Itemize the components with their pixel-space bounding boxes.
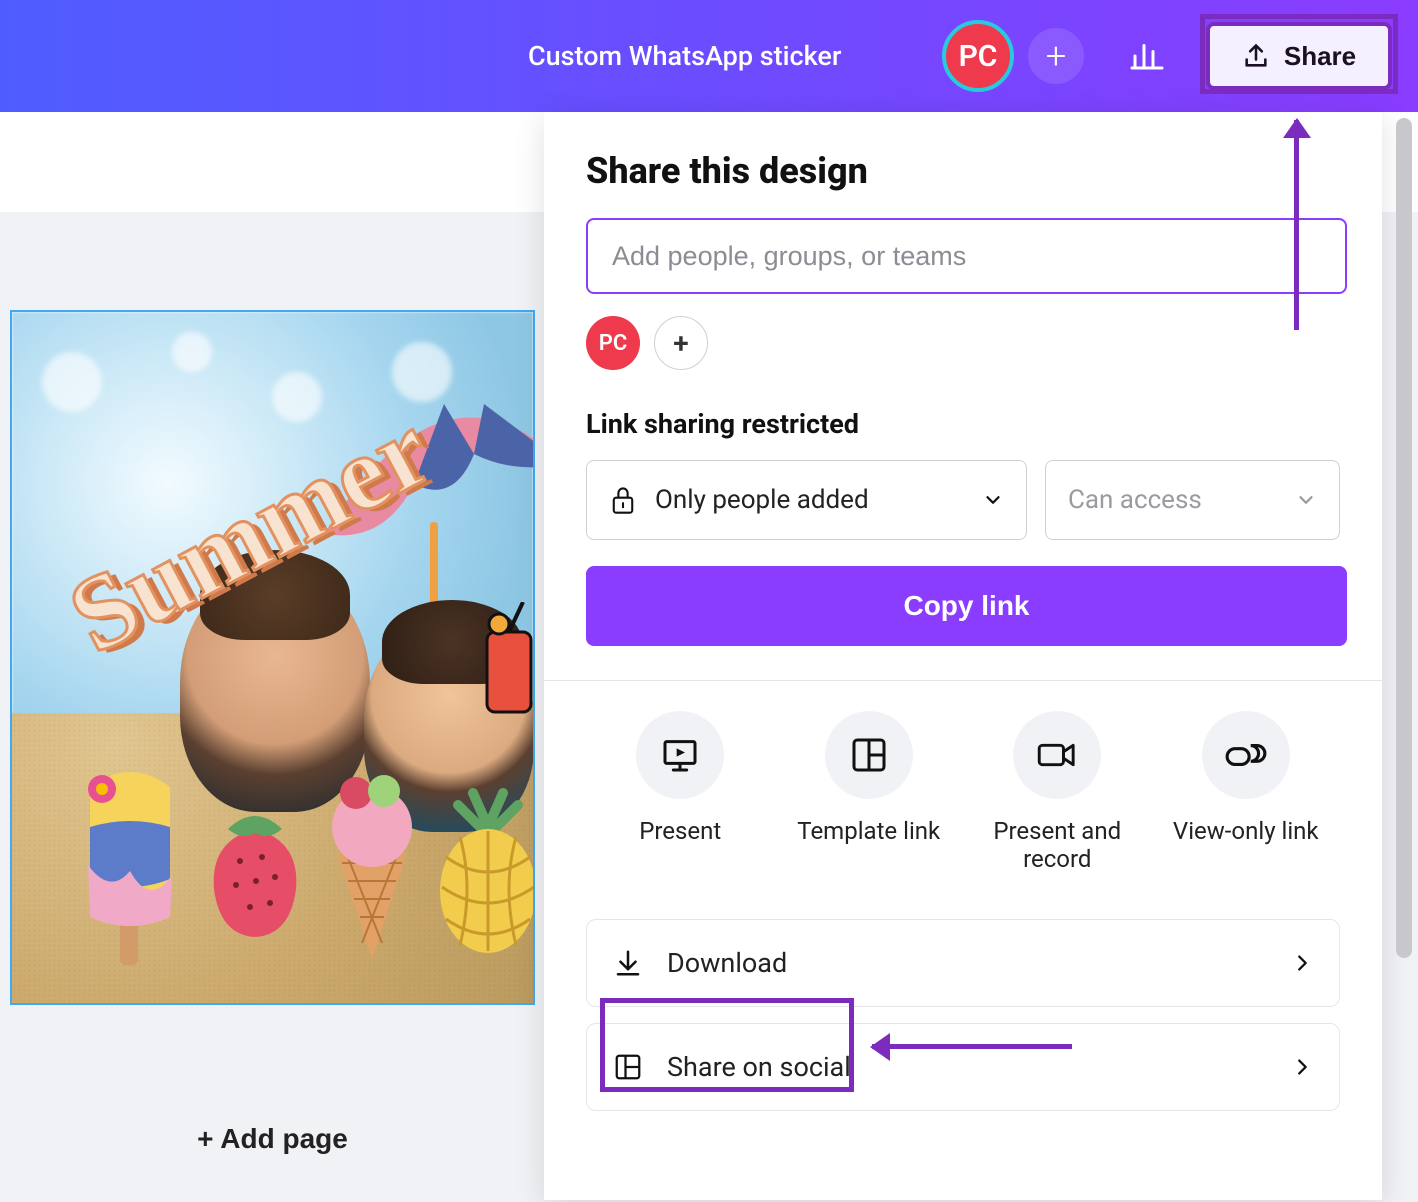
present-action[interactable]: Present — [596, 711, 765, 873]
people-input[interactable] — [586, 218, 1347, 294]
lock-icon — [609, 485, 637, 515]
share-button-label: Share — [1284, 41, 1356, 72]
strawberry-icon — [200, 811, 310, 941]
collage-icon — [613, 1052, 643, 1082]
plus-icon: + — [673, 327, 688, 360]
action-label: Present and record — [973, 817, 1142, 873]
download-icon — [613, 948, 643, 978]
template-link-action[interactable]: Template link — [785, 711, 954, 873]
bokeh-dot — [172, 332, 212, 372]
add-collaborator-button[interactable]: + — [1028, 28, 1084, 84]
add-person-button[interactable]: + — [654, 316, 708, 370]
share-on-social-item[interactable]: Share on social — [586, 1023, 1340, 1111]
popsicle-icon — [70, 767, 190, 967]
action-label: Present — [639, 817, 721, 845]
chevron-right-icon — [1291, 1056, 1313, 1078]
upload-icon — [1242, 42, 1270, 70]
share-action-grid: Present Template link Present and record — [586, 711, 1340, 873]
chevron-down-icon — [1295, 489, 1317, 511]
present-icon — [660, 735, 700, 775]
chevron-right-icon — [1291, 952, 1313, 974]
template-icon — [849, 735, 889, 775]
ice-cream-cone-icon — [312, 773, 432, 963]
view-only-link-action[interactable]: View-only link — [1162, 711, 1331, 873]
share-panel: Share this design PC + Link sharing rest… — [544, 112, 1382, 1200]
collaborator-avatars: PC + — [586, 316, 1340, 370]
plus-icon: + — [1046, 35, 1066, 77]
list-item-label: Download — [667, 947, 787, 979]
avatar[interactable]: PC — [942, 20, 1014, 92]
design-canvas[interactable]: Summer — [10, 310, 535, 1005]
pineapple-icon — [428, 787, 535, 957]
access-select[interactable]: Can access — [1045, 460, 1340, 540]
present-record-action[interactable]: Present and record — [973, 711, 1142, 873]
link-sharing-label: Link sharing restricted — [586, 408, 1340, 440]
scrollbar[interactable] — [1396, 118, 1412, 958]
share-panel-title: Share this design — [586, 150, 1340, 192]
divider — [544, 680, 1382, 681]
avatar-initials: PC — [959, 39, 998, 74]
download-item[interactable]: Download — [586, 919, 1340, 1007]
chevron-down-icon — [982, 489, 1004, 511]
top-bar: Custom WhatsApp sticker PC + Share — [0, 0, 1418, 112]
avatar-initials: PC — [599, 331, 628, 356]
insights-button[interactable] — [1115, 24, 1179, 88]
add-page-button[interactable]: + Add page — [10, 1102, 535, 1176]
action-label: Template link — [797, 817, 940, 845]
record-icon — [1036, 735, 1078, 775]
drink-icon — [479, 602, 535, 722]
design-title[interactable]: Custom WhatsApp sticker — [528, 40, 841, 72]
copy-link-button[interactable]: Copy link — [586, 566, 1347, 646]
permission-select[interactable]: Only people added — [586, 460, 1027, 540]
bar-chart-icon — [1129, 38, 1165, 74]
permission-select-label: Only people added — [655, 485, 869, 515]
action-label: View-only link — [1173, 817, 1319, 845]
share-button[interactable]: Share — [1206, 22, 1392, 90]
avatar[interactable]: PC — [586, 316, 640, 370]
list-item-label: Share on social — [667, 1051, 851, 1083]
access-select-label: Can access — [1068, 485, 1202, 515]
link-icon — [1224, 735, 1268, 775]
permission-row: Only people added Can access — [586, 460, 1340, 540]
bokeh-dot — [42, 352, 102, 412]
share-list: Download Share on social — [586, 919, 1340, 1111]
